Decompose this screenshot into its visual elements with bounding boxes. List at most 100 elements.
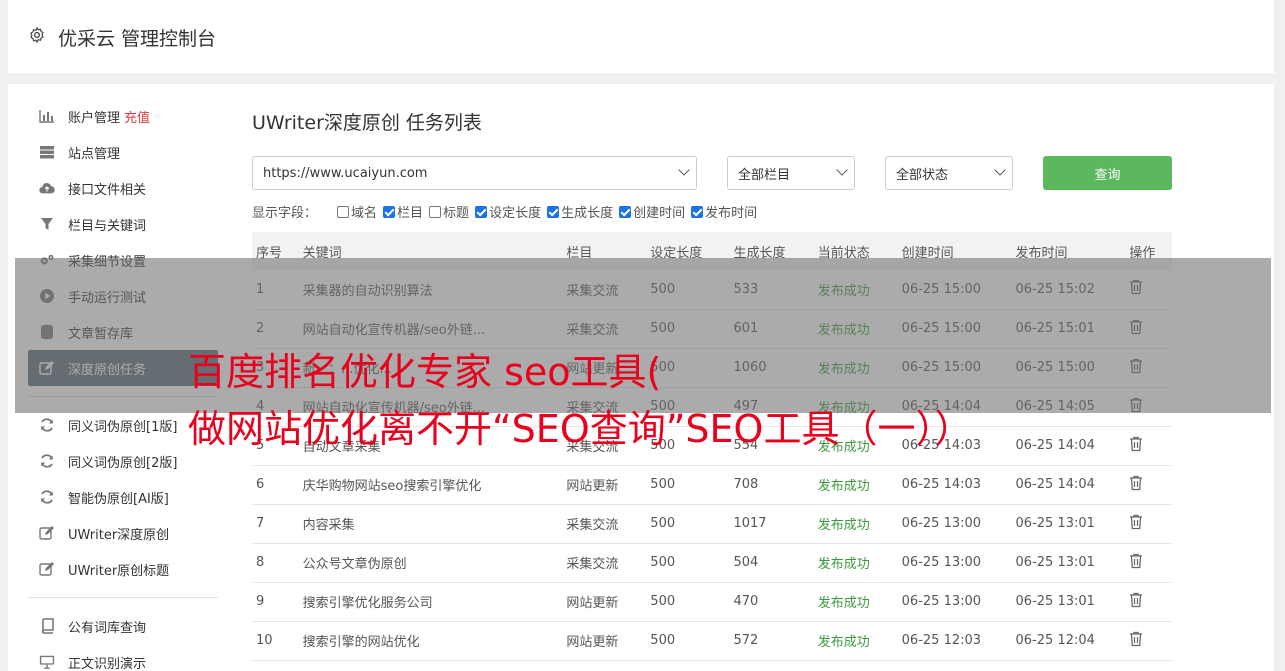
table-cell: 06-25 14:04 — [1011, 465, 1126, 505]
table-cell: 公众号文章伪原创 — [298, 543, 563, 583]
recharge-link[interactable]: 充值 — [124, 107, 150, 126]
checkbox-box[interactable] — [691, 205, 704, 218]
table-cell: 06-25 14:04 — [1011, 426, 1126, 466]
edit-icon — [39, 525, 55, 541]
status-cell: 发布成功 — [813, 621, 898, 661]
sidebar-item-label: 同义词伪原创[2版] — [68, 455, 178, 471]
display-fields-label: 显示字段： — [252, 206, 318, 221]
table-cell: 504 — [729, 543, 814, 583]
sidebar-item-label: 同义词伪原创[1版] — [68, 419, 178, 435]
sidebar-item[interactable]: UWriter原创标题 — [28, 551, 218, 587]
cloud-upload-icon — [39, 180, 55, 196]
page-title: UWriter深度原创 任务列表 — [252, 112, 482, 134]
table-cell: 6 — [252, 465, 299, 505]
checkbox-box[interactable] — [337, 205, 350, 218]
filter-icon — [39, 216, 55, 232]
trash-icon[interactable] — [1129, 475, 1143, 491]
table-cell: 7 — [252, 504, 299, 544]
query-button[interactable]: 查询 — [1043, 156, 1172, 190]
chevron-down-icon — [836, 164, 848, 176]
top-header: 优采云 管理控制台 — [8, 0, 1274, 75]
bar-chart-icon — [39, 108, 55, 124]
edit-icon — [39, 561, 55, 577]
table-cell: 06-25 13:01 — [1011, 543, 1126, 583]
table-row: 6 庆华购物网站seo搜索引擎优化 网站更新 500 708 发布成功 06-25 14:0… — [252, 465, 1172, 505]
trash-icon[interactable] — [1129, 514, 1143, 530]
trash-icon[interactable] — [1129, 592, 1143, 608]
sidebar-item[interactable]: 站点管理 — [28, 134, 218, 170]
sidebar-item[interactable]: 正文识别演示 — [28, 644, 218, 671]
table-cell: 06-25 12:03 — [897, 621, 1012, 661]
chevron-down-icon — [994, 164, 1006, 176]
sidebar-item[interactable]: 栏目与关键词 — [28, 206, 218, 242]
display-fields: 显示字段： 域名 栏目 标题 设定长度 生成长度 创建时间 发布时间 — [252, 202, 763, 221]
status-cell: 发布成功 — [813, 582, 898, 622]
trash-icon[interactable] — [1129, 436, 1143, 452]
sidebar-item-label: UWriter原创标题 — [68, 563, 170, 579]
site-select[interactable]: https://www.ucaiyun.com — [252, 156, 697, 190]
table-cell: 网站更新 — [562, 621, 647, 661]
table-cell: 06-25 13:00 — [897, 582, 1012, 622]
sidebar-item[interactable]: 智能伪原创[AI版] — [28, 479, 218, 515]
checkbox-box[interactable] — [429, 205, 442, 218]
status-cell: 发布成功 — [813, 465, 898, 505]
table-cell: 9 — [252, 582, 299, 622]
chevron-down-icon — [678, 164, 690, 176]
field-checkbox-label: 设定长度 — [489, 206, 542, 221]
table-row: 7 内容采集 采集交流 500 1017 发布成功 06-25 13:00 06-25 13:… — [252, 504, 1172, 544]
checkbox-box[interactable] — [619, 205, 632, 218]
field-checkbox[interactable]: 发布时间 — [691, 202, 757, 221]
table-cell: 06-25 12:04 — [1011, 621, 1126, 661]
sidebar-item-label: 站点管理 — [68, 146, 121, 162]
sidebar-divider — [28, 597, 218, 598]
table-row: 9 搜索引擎优化服务公司 网站更新 500 470 发布成功 06-25 13:00 06-2… — [252, 582, 1172, 622]
server-icon — [39, 144, 55, 160]
status-cell: 发布成功 — [813, 543, 898, 583]
table-row: 10 搜索引擎的网站优化 网站更新 500 572 发布成功 06-25 12:03 06-2… — [252, 621, 1172, 661]
table-cell: 572 — [729, 621, 814, 661]
field-checkbox[interactable]: 创建时间 — [619, 202, 685, 221]
sidebar-item-label: 正文识别演示 — [68, 656, 147, 671]
table-cell: 内容采集 — [298, 504, 563, 544]
book-icon — [39, 618, 55, 634]
checkbox-box[interactable] — [475, 205, 488, 218]
sidebar-item-label: 接口文件相关 — [68, 182, 147, 198]
table-cell: 采集交流 — [562, 543, 647, 583]
field-checkbox-label: 创建时间 — [633, 206, 686, 221]
table-cell: 庆华购物网站seo搜索引擎优化 — [298, 465, 563, 505]
action-cell — [1125, 582, 1172, 622]
sidebar-item[interactable]: 账户管理 充值 — [28, 98, 218, 134]
action-cell — [1125, 543, 1172, 583]
checkbox-box[interactable] — [383, 205, 396, 218]
trash-icon[interactable] — [1129, 631, 1143, 647]
column-select[interactable]: 全部栏目 — [727, 156, 855, 190]
sidebar-item-label: 智能伪原创[AI版] — [68, 491, 169, 507]
action-cell — [1125, 504, 1172, 544]
field-checkbox[interactable]: 设定长度 — [475, 202, 541, 221]
table-cell: 8 — [252, 543, 299, 583]
overlay-headline-line1: 百度排名优化专家 seo工具( — [188, 350, 662, 394]
sidebar-item[interactable]: UWriter深度原创 — [28, 515, 218, 551]
table-cell: 网站更新 — [562, 465, 647, 505]
sidebar-item[interactable]: 接口文件相关 — [28, 170, 218, 206]
field-checkbox[interactable]: 栏目 — [383, 202, 423, 221]
refresh-icon — [39, 489, 55, 505]
checkbox-box[interactable] — [547, 205, 560, 218]
sidebar-item-label: UWriter深度原创 — [68, 527, 170, 543]
field-checkbox[interactable]: 生成长度 — [547, 202, 613, 221]
status-select[interactable]: 全部状态 — [885, 156, 1013, 190]
action-cell — [1125, 426, 1172, 466]
field-checkbox[interactable]: 标题 — [429, 202, 469, 221]
table-cell: 500 — [646, 621, 730, 661]
refresh-icon — [39, 417, 55, 433]
site-select-value: https://www.ucaiyun.com — [263, 165, 428, 181]
table-cell: 网站更新 — [562, 582, 647, 622]
monitor-icon — [39, 654, 55, 670]
field-checkbox[interactable]: 域名 — [337, 202, 377, 221]
overlay-headline-line2: 做网站优化离不开“SEO查询”SEO工具（一）） — [188, 407, 973, 451]
sidebar-item[interactable]: 公有词库查询 — [28, 608, 218, 644]
action-cell — [1125, 465, 1172, 505]
trash-icon[interactable] — [1129, 553, 1143, 569]
table-cell: 06-25 13:00 — [897, 504, 1012, 544]
table-cell: 708 — [729, 465, 814, 505]
